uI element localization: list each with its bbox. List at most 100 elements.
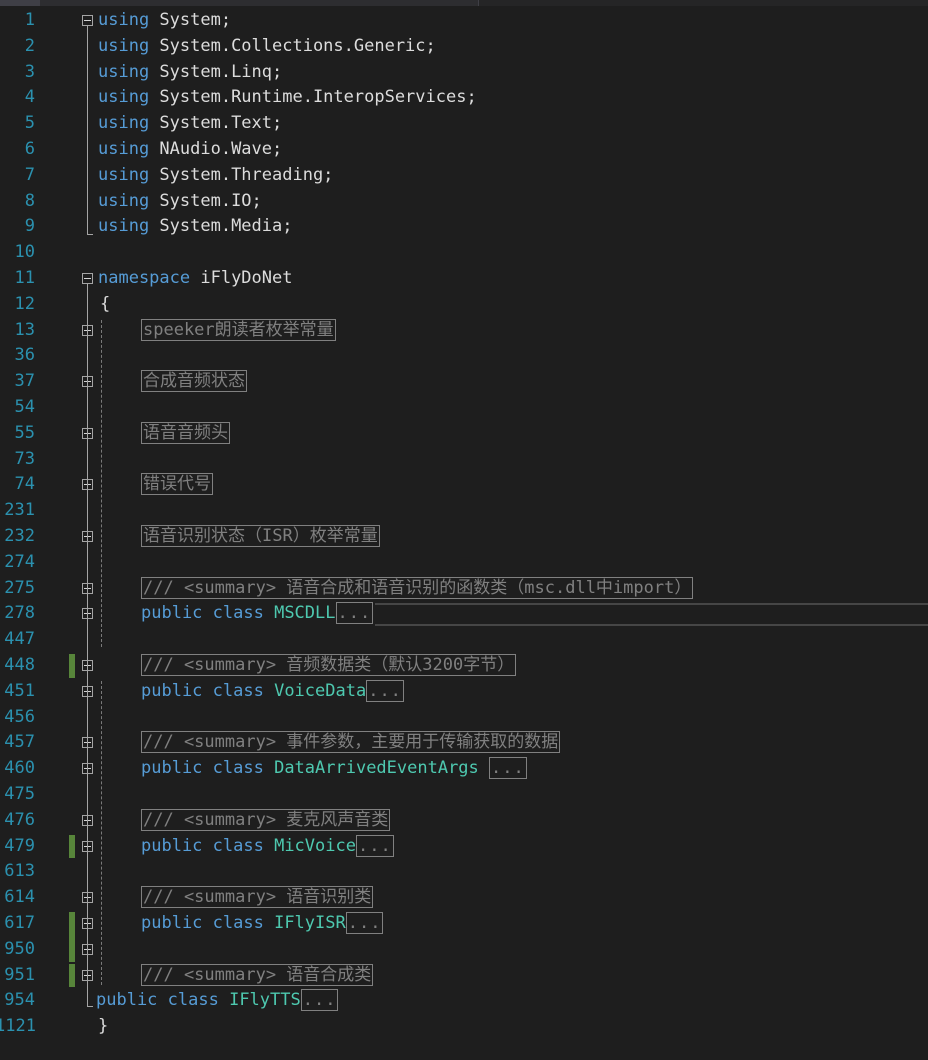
collapsed-region[interactable]: 错误代号 — [141, 473, 213, 496]
code-line[interactable]: 613 — [0, 859, 928, 885]
code-line[interactable]: 448 /// <summary> 音频数据类（默认3200字节） — [0, 653, 928, 679]
line-number: 613 — [4, 861, 35, 882]
collapsed-region[interactable]: /// <summary> 事件参数，主要用于传输获取的数据 — [141, 731, 561, 754]
collapsed-region[interactable]: /// <summary> 语音识别类 — [141, 886, 374, 909]
collapsed-region-ellipsis[interactable]: ... — [489, 757, 527, 780]
code-line[interactable]: 476 /// <summary> 麦克风声音类 — [0, 808, 928, 834]
code-line[interactable]: 1 using System; — [0, 8, 928, 34]
collapsed-region[interactable]: 语音音频头 — [141, 421, 230, 444]
code-token: System.Collections.Generic; — [149, 35, 436, 56]
code-line[interactable]: 5 using System.Text; — [0, 111, 928, 137]
change-marker — [69, 912, 75, 962]
code-line[interactable]: 3 using System.Linq; — [0, 60, 928, 86]
code-text: 语音音频头 — [141, 421, 230, 447]
code-line[interactable]: 447 — [0, 627, 928, 653]
code-line[interactable]: 951 /// <summary> 语音合成类 — [0, 963, 928, 989]
code-line[interactable]: 479 public class MicVoice... — [0, 834, 928, 860]
code-line[interactable]: 8 using System.IO; — [0, 189, 928, 215]
code-line[interactable]: 456 — [0, 705, 928, 731]
collapsed-region-ellipsis[interactable]: ... — [300, 989, 339, 1012]
code-line[interactable]: 4 using System.Runtime.InteropServices; — [0, 85, 928, 111]
code-line[interactable]: 6 using NAudio.Wave; — [0, 137, 928, 163]
editor-tab[interactable] — [478, 0, 928, 6]
code-line[interactable]: 617 public class IFlyISR... — [0, 911, 928, 937]
code-line[interactable]: 12 { — [0, 292, 928, 318]
code-line[interactable]: 274 — [0, 550, 928, 576]
code-line[interactable]: 2 using System.Collections.Generic; — [0, 34, 928, 60]
code-line[interactable]: 1121} — [0, 1014, 928, 1040]
code-line[interactable]: 231 — [0, 498, 928, 524]
keyword: using — [98, 87, 150, 108]
keyword: using — [98, 164, 150, 185]
line-number: 950 — [4, 938, 35, 959]
code-line[interactable]: 11 namespace iFlyDoNet — [0, 266, 928, 292]
code-line[interactable]: 36 — [0, 343, 928, 369]
line-number: 232 — [4, 526, 35, 546]
collapsed-region[interactable]: 合成音频状态 — [141, 370, 247, 393]
line-number: 479 — [4, 835, 35, 856]
code-line[interactable]: 73 — [0, 447, 928, 473]
collapsed-region-ellipsis[interactable]: ... — [366, 679, 404, 702]
code-line[interactable]: 37 合成音频状态 — [0, 369, 928, 395]
collapsed-region[interactable]: /// <summary> 语音合成和语音识别的函数类（msc.dll中impo… — [141, 576, 694, 599]
code-line[interactable]: 954 public class IFlyTTS... — [0, 988, 928, 1014]
code-line[interactable]: 475 — [0, 782, 928, 808]
code-token: iFlyDoNet — [190, 268, 293, 288]
code-line[interactable]: 278 public class MSCDLL... — [0, 601, 928, 627]
code-line[interactable]: 13 speeker朗读者枚举常量 — [0, 318, 928, 344]
keyword: public class — [141, 680, 264, 701]
code-line[interactable]: 457 /// <summary> 事件参数，主要用于传输获取的数据 — [0, 730, 928, 756]
code-text: 合成音频状态 — [141, 369, 247, 395]
code-text: using System; — [98, 8, 231, 34]
collapsed-region-ellipsis[interactable]: ... — [345, 912, 384, 934]
change-marker — [69, 654, 75, 678]
fold-guide-end — [87, 234, 93, 236]
keyword: using — [98, 139, 150, 159]
collapsed-region-ellipsis[interactable]: ... — [335, 602, 374, 625]
type-name: MSCDLL — [274, 603, 336, 624]
keyword: using — [98, 61, 150, 82]
collapse-icon[interactable] — [82, 273, 93, 284]
code-line[interactable]: 10 — [0, 240, 928, 266]
code-line[interactable]: 9 using System.Media; — [0, 214, 928, 240]
line-number: 448 — [4, 655, 35, 675]
collapse-icon[interactable] — [82, 15, 93, 26]
code-text: /// <summary> 音频数据类（默认3200字节） — [141, 653, 517, 679]
fold-guide — [87, 26, 88, 235]
code-token: } — [98, 1016, 109, 1037]
collapsed-region[interactable]: /// <summary> 麦克风声音类 — [141, 808, 391, 831]
collapsed-region[interactable]: /// <summary> 语音合成类 — [141, 963, 374, 986]
editor-tab[interactable] — [0, 0, 40, 6]
code-line[interactable]: 614 /// <summary> 语音识别类 — [0, 885, 928, 911]
code-token: System.Threading; — [149, 164, 334, 185]
code-line[interactable]: 232 语音识别状态（ISR）枚举常量 — [0, 524, 928, 550]
fold-guide-end — [87, 1006, 93, 1008]
collapsed-region-ellipsis[interactable]: ... — [355, 834, 394, 857]
line-number: 12 — [14, 293, 35, 314]
line-number: 951 — [4, 964, 35, 985]
code-line[interactable]: 55 语音音频头 — [0, 421, 928, 447]
line-number: 36 — [14, 345, 35, 366]
code-token: System.Media; — [149, 216, 293, 237]
code-token: System; — [149, 10, 232, 30]
code-text: public class IFlyISR... — [141, 911, 384, 937]
code-line[interactable]: 74 错误代号 — [0, 472, 928, 498]
code-line[interactable]: 275 /// <summary> 语音合成和语音识别的函数类（msc.dll中i… — [0, 576, 928, 602]
code-line[interactable]: 950 — [0, 937, 928, 963]
structure-guide — [101, 680, 102, 985]
fold-guide — [87, 284, 88, 1007]
code-line[interactable]: 7 using System.Threading; — [0, 163, 928, 189]
code-line[interactable]: 451 public class VoiceData... — [0, 679, 928, 705]
code-token: System.Linq; — [149, 61, 283, 82]
collapsed-region[interactable]: /// <summary> 音频数据类（默认3200字节） — [141, 654, 517, 676]
collapsed-region[interactable]: 语音识别状态（ISR）枚举常量 — [141, 525, 380, 547]
editor-tab-strip[interactable] — [0, 0, 928, 6]
code-line[interactable]: 54 — [0, 395, 928, 421]
code-line[interactable]: 460 public class DataArrivedEventArgs ... — [0, 756, 928, 782]
code-token: NAudio.Wave; — [149, 139, 283, 159]
collapsed-region[interactable]: speeker朗读者枚举常量 — [141, 318, 336, 341]
